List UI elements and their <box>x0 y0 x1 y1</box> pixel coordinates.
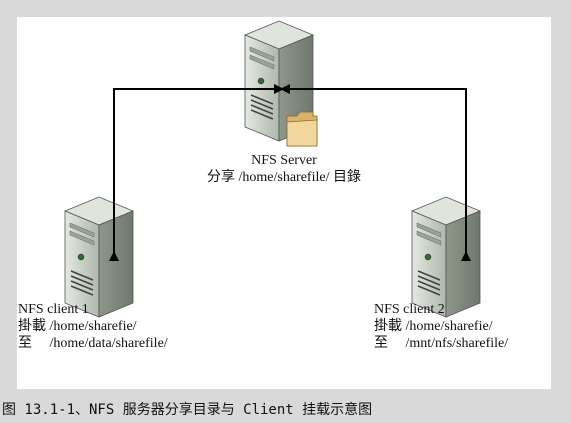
client-tower-icon <box>411 196 481 318</box>
client1-target-line: 至 /home/data/sharefile/ <box>18 336 168 351</box>
client1-label: NFS client 1 掛載 /home/sharefie/ 至 /home/… <box>18 301 168 352</box>
folder-icon <box>286 111 318 147</box>
client2-name: NFS client 2 <box>374 302 445 317</box>
client-tower-icon <box>64 196 134 318</box>
server-share-line: 分享 /home/sharefile/ 目錄 <box>207 170 361 185</box>
nfs-diagram: NFS Server 分享 /home/sharefile/ 目錄 NFS cl… <box>17 17 551 389</box>
client2-mount-line: 掛載 /home/sharefie/ <box>374 319 493 334</box>
figure-caption: 图 13.1-1、NFS 服务器分享目录与 Client 挂载示意图 <box>2 402 373 418</box>
server-label: NFS Server 分享 /home/sharefile/ 目錄 <box>17 152 551 186</box>
client1-mount-line: 掛載 /home/sharefie/ <box>18 319 137 334</box>
client1-name: NFS client 1 <box>18 302 89 317</box>
server-name: NFS Server <box>251 153 317 168</box>
client2-label: NFS client 2 掛載 /home/sharefie/ 至 /mnt/n… <box>374 301 508 352</box>
client2-target-line: 至 /mnt/nfs/sharefile/ <box>374 336 509 351</box>
